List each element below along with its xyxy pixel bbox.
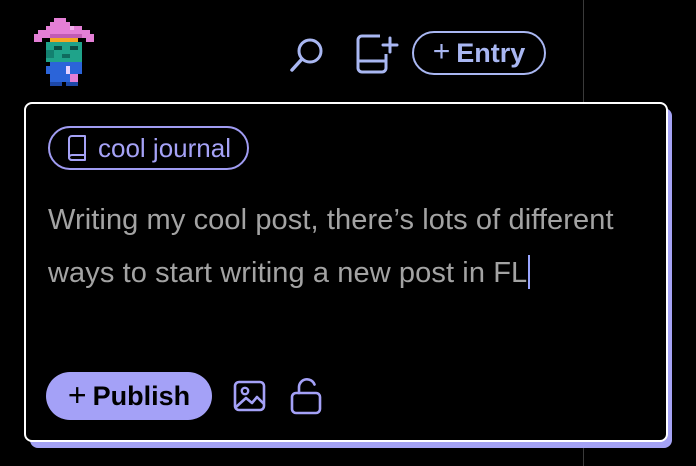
post-text-editor[interactable]: Writing my cool post, there’s lots of di…: [48, 194, 648, 300]
publish-button[interactable]: + Publish: [46, 372, 212, 420]
search-button[interactable]: [286, 34, 328, 76]
publish-button-label: Publish: [92, 380, 191, 411]
add-image-button[interactable]: [232, 378, 268, 414]
image-icon: [233, 380, 266, 412]
text-cursor: [528, 255, 531, 289]
unlock-icon: [290, 378, 322, 415]
avatar[interactable]: [34, 18, 94, 94]
pixel-wizard-avatar-icon: [34, 18, 94, 86]
composer-card: cool journal Writing my cool post, there…: [24, 102, 668, 442]
visibility-lock-button[interactable]: [288, 376, 324, 416]
app-page: + Entry cool journal Writing my cool pos…: [0, 0, 696, 466]
search-icon: [290, 38, 323, 72]
book-icon: [68, 135, 86, 161]
new-entry-button[interactable]: + Entry: [412, 31, 546, 75]
new-document-icon: [356, 34, 399, 74]
new-document-button[interactable]: [352, 30, 400, 78]
plus-icon: +: [432, 35, 451, 68]
entry-button-label: Entry: [456, 37, 526, 68]
plus-icon: +: [67, 376, 87, 413]
journal-name: cool journal: [98, 132, 231, 163]
journal-selector[interactable]: cool journal: [48, 126, 249, 170]
